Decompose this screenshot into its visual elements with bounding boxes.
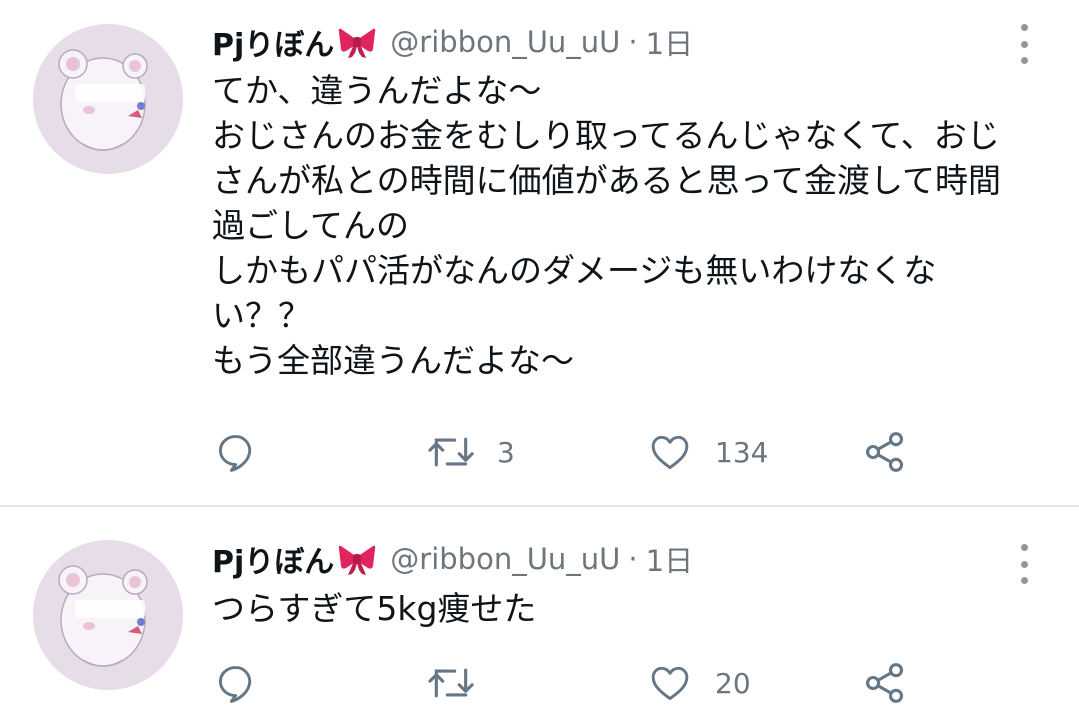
reply-icon (218, 665, 252, 703)
display-name[interactable]: Pjりぼん (212, 537, 334, 581)
timestamp[interactable]: 1日 (646, 538, 693, 580)
more-options-icon[interactable] (1012, 24, 1036, 64)
like-button[interactable]: 134 (647, 428, 768, 476)
tweet-text-line: さんが私との時間に価値があると思って金渡して時間 (212, 161, 1002, 200)
tweet-text-line: つらすぎて5kg痩せた (212, 589, 537, 628)
tweet-text-line: もう全部違うんだよな〜 (212, 341, 575, 380)
reply-button[interactable] (214, 428, 258, 476)
like-count: 20 (715, 666, 751, 700)
retweet-button[interactable] (425, 659, 497, 707)
separator-dot: · (628, 542, 638, 576)
action-bar: 3 134 (0, 428, 1079, 476)
like-count: 134 (715, 435, 769, 469)
retweet-button[interactable]: 3 (425, 428, 515, 476)
tweet-header: Pjりぼん @ribbon_Uu_uU · 1日 (212, 20, 693, 64)
tweet[interactable]: Pjりぼん @ribbon_Uu_uU · 1日 てか、違うんだよな〜 おじさん… (0, 0, 1079, 505)
retweet-count: 3 (497, 435, 515, 469)
tweet[interactable]: Pjりぼん @ribbon_Uu_uU · 1日 つらすぎて5kg痩せた 20 (0, 507, 1079, 725)
retweet-icon (428, 668, 474, 698)
share-button[interactable] (861, 659, 909, 707)
heart-icon (651, 666, 689, 701)
tweet-text-line: い？？ (212, 296, 311, 335)
share-icon (866, 663, 904, 703)
reply-icon (218, 434, 252, 472)
action-bar: 20 (0, 659, 1079, 707)
timestamp[interactable]: 1日 (646, 21, 693, 63)
share-button[interactable] (861, 428, 909, 476)
tweet-text-line: 過ごしてんの (212, 206, 410, 245)
heart-icon (651, 435, 689, 470)
tweet-text: てか、違うんだよな〜 おじさんのお金をむしり取ってるんじゃなくて、おじ さんが私… (212, 68, 1062, 383)
avatar-illustration (33, 24, 183, 174)
reply-button[interactable] (214, 659, 258, 707)
user-handle[interactable]: @ribbon_Uu_uU (390, 25, 620, 59)
share-icon (866, 432, 904, 472)
ribbon-emoji-icon (338, 542, 376, 576)
more-options-icon[interactable] (1012, 544, 1036, 584)
tweet-header: Pjりぼん @ribbon_Uu_uU · 1日 (212, 537, 693, 581)
tweet-text: つらすぎて5kg痩せた (212, 586, 1062, 631)
retweet-icon (428, 437, 474, 467)
separator-dot: · (628, 25, 638, 59)
tweet-text-line: てか、違うんだよな〜 (212, 71, 542, 110)
tweet-text-line: おじさんのお金をむしり取ってるんじゃなくて、おじ (212, 116, 1000, 155)
avatar[interactable] (33, 24, 183, 174)
user-handle[interactable]: @ribbon_Uu_uU (390, 542, 620, 576)
tweet-text-line: しかもパパ活がなんのダメージも無いわけなくな (212, 251, 937, 290)
like-button[interactable]: 20 (647, 659, 751, 707)
ribbon-emoji-icon (338, 25, 376, 59)
display-name[interactable]: Pjりぼん (212, 20, 334, 64)
